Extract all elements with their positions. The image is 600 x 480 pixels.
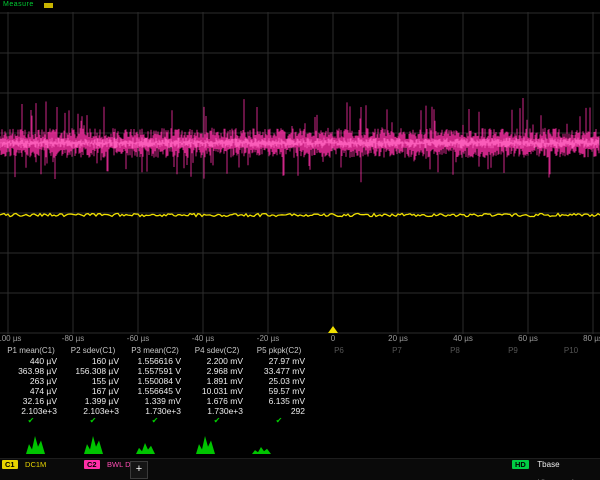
measurement-row: 474 µV167 µV1.556645 V10.031 mV59.57 mV: [0, 386, 600, 396]
cursor-marker-button[interactable]: +: [130, 461, 148, 479]
status-check-icon: ✔: [248, 416, 310, 426]
c1-badge[interactable]: C1: [2, 460, 18, 469]
time-axis-label: -80 µs: [62, 334, 84, 343]
time-axis-label: -60 µs: [127, 334, 149, 343]
measurement-value: 155 µV: [62, 376, 124, 386]
measurement-value: 1.550084 V: [124, 376, 186, 386]
param-header-p6[interactable]: P6: [310, 345, 368, 356]
measurement-value: 10.031 mV: [186, 386, 248, 396]
measurement-value: 33.477 mV: [248, 366, 310, 376]
param-header-p2[interactable]: P2 sdev(C1): [62, 345, 124, 356]
time-axis-label: -20 µs: [257, 334, 279, 343]
status-row: ✔✔✔✔✔: [0, 416, 600, 426]
measurement-value: 1.730e+3: [124, 406, 186, 416]
trigger-position-marker: [328, 326, 338, 333]
measurement-value: 292: [248, 406, 310, 416]
status-indicator: [44, 3, 53, 8]
param-header-p8[interactable]: P8: [426, 345, 484, 356]
toolbar: C1 DC1M 10.0 mV C2 BWL DC1M + HD Tbase 2…: [0, 458, 600, 480]
measurement-value: 1.556616 V: [124, 356, 186, 366]
measurement-value: 32.16 µV: [0, 396, 62, 406]
measurement-value: 6.135 mV: [248, 396, 310, 406]
oscilloscope-screen: Measure -100 µs -80 µs -60 µs -40 µs -20 µs 0…: [0, 0, 600, 480]
measurement-row: 263 µV155 µV1.550084 V1.891 mV25.03 mV: [0, 376, 600, 386]
time-axis-label: -100 µs: [0, 334, 21, 343]
param-header-p3[interactable]: P3 mean(C2): [124, 345, 186, 356]
param-header-p4[interactable]: P4 sdev(C2): [186, 345, 248, 356]
tbase-label: Tbase: [537, 460, 559, 469]
histicon: [196, 436, 215, 454]
measurement-value: 2.103e+3: [62, 406, 124, 416]
measurement-value: 263 µV: [0, 376, 62, 386]
hd-badge: HD: [512, 460, 529, 469]
measurement-value: 156.308 µV: [62, 366, 124, 376]
param-header-p5[interactable]: P5 pkpk(C2): [248, 345, 310, 356]
time-axis: -100 µs -80 µs -60 µs -40 µs -20 µs 0 20 µs 40 …: [0, 334, 600, 345]
measurement-value: 1.339 mV: [124, 396, 186, 406]
plus-icon: +: [136, 463, 142, 475]
channel-c1-descriptor[interactable]: C1 DC1M 10.0 mV: [2, 460, 46, 480]
measurement-value: 1.891 mV: [186, 376, 248, 386]
measurement-table-body: 440 µV160 µV1.556616 V2.200 mV27.97 mV36…: [0, 356, 600, 426]
measurement-value: 27.97 mV: [248, 356, 310, 366]
measurement-value: 2.200 mV: [186, 356, 248, 366]
c1-waveform: [0, 213, 600, 216]
measurement-value: 25.03 mV: [248, 376, 310, 386]
measurement-table: P1 mean(C1)P2 sdev(C1)P3 mean(C2)P4 sdev…: [0, 345, 600, 426]
param-header-p7[interactable]: P7: [368, 345, 426, 356]
status-check-icon: ✔: [186, 416, 248, 426]
histicon: [136, 443, 155, 454]
measurement-value: 1.676 mV: [186, 396, 248, 406]
measurement-value: 160 µV: [62, 356, 124, 366]
histicon-strip[interactable]: [0, 428, 600, 456]
histicon: [252, 447, 271, 454]
measurement-value: 2.968 mV: [186, 366, 248, 376]
measurement-row: 2.103e+32.103e+31.730e+31.730e+3292: [0, 406, 600, 416]
status-check-icon: ✔: [62, 416, 124, 426]
measurement-value: 167 µV: [62, 386, 124, 396]
waveform-display-area[interactable]: [0, 12, 600, 334]
status-check-icon: ✔: [124, 416, 186, 426]
measurement-table-header: P1 mean(C1)P2 sdev(C1)P3 mean(C2)P4 sdev…: [0, 345, 600, 356]
c2-badge[interactable]: C2: [84, 460, 100, 469]
measurement-value: 1.730e+3: [186, 406, 248, 416]
histicon: [84, 436, 103, 454]
c1-coupling: DC1M: [25, 460, 46, 469]
time-axis-label: 20 µs: [388, 334, 408, 343]
time-axis-label: -40 µs: [192, 334, 214, 343]
measurement-row: 32.16 µV1.399 µV1.339 mV1.676 mV6.135 mV: [0, 396, 600, 406]
histicon: [26, 436, 45, 454]
param-header-p9[interactable]: P9: [484, 345, 542, 356]
measurement-row: 440 µV160 µV1.556616 V2.200 mV27.97 mV: [0, 356, 600, 366]
timebase-descriptor[interactable]: HD Tbase 20.0 µs/div 12 Bits: [512, 460, 600, 480]
measurement-value: 59.57 mV: [248, 386, 310, 396]
measurement-value: 2.103e+3: [0, 406, 62, 416]
measurement-value: 1.399 µV: [62, 396, 124, 406]
time-axis-label: 60 µs: [518, 334, 538, 343]
status-check-icon: ✔: [0, 416, 62, 426]
time-axis-label: 80 µs: [583, 334, 600, 343]
time-axis-label: 40 µs: [453, 334, 473, 343]
measurement-value: 1.557591 V: [124, 366, 186, 376]
param-header-p1[interactable]: P1 mean(C1): [0, 345, 62, 356]
measurement-value: 1.556645 V: [124, 386, 186, 396]
measurement-value: 440 µV: [0, 356, 62, 366]
time-axis-label: 0: [331, 334, 335, 343]
measurement-value: 474 µV: [0, 386, 62, 396]
param-header-p10[interactable]: P10: [542, 345, 600, 356]
measurement-row: 363.98 µV156.308 µV1.557591 V2.968 mV33.…: [0, 366, 600, 376]
measurement-value: 363.98 µV: [0, 366, 62, 376]
measure-mode-label: Measure: [3, 1, 34, 8]
